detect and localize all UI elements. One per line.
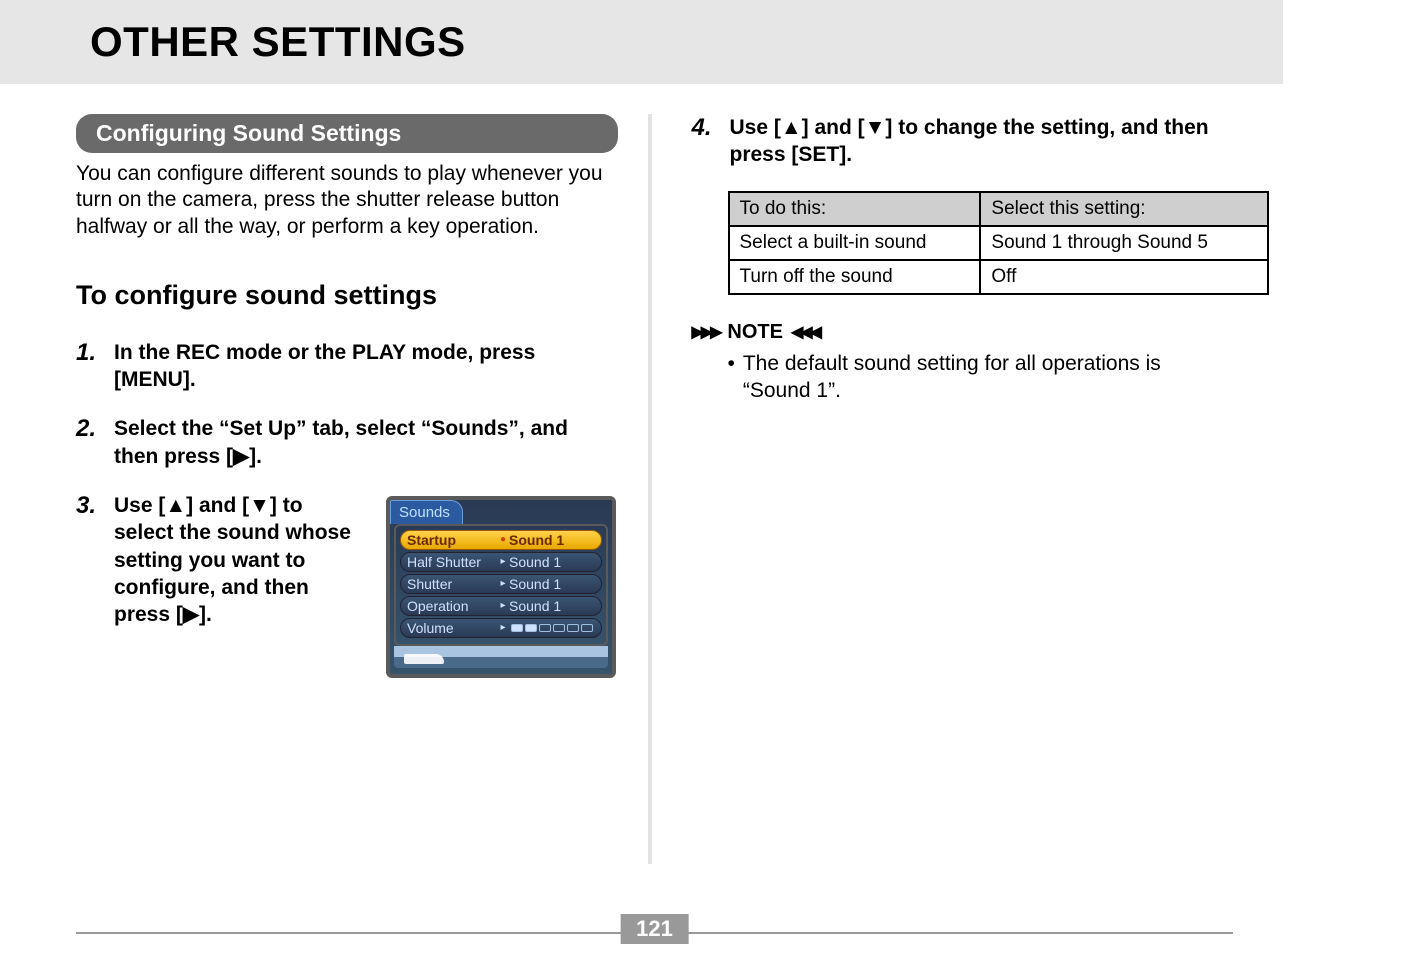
table-cell: Off [980,260,1268,294]
table-cell: Select a built-in sound [729,226,981,260]
menu-item-label: Shutter [407,576,497,592]
step-number: 3. [76,492,114,628]
camera-menu-list: Startup ● Sound 1 Half Shutter ▸ Sound 1… [394,524,608,646]
play-icon: ▸ [497,622,509,633]
note-label: NOTE [727,321,783,344]
table-row: Select a built-in sound Sound 1 through … [729,226,1269,260]
camera-menu-item-operation: Operation ▸ Sound 1 [400,596,602,616]
procedure-heading: To configure sound settings [76,280,618,311]
note-decoration-right-icon: ▶▶▶ [692,322,720,342]
section-heading-pill: Configuring Sound Settings [76,114,618,153]
menu-item-value: Sound 1 [509,598,561,614]
play-icon: ● [497,534,509,545]
step-text: In the REC mode or the PLAY mode, press … [114,339,618,394]
step-3: 3. Use [▲] and [▼] to select the sound w… [76,492,366,628]
volume-bar [511,624,593,632]
note-body: • The default sound setting for all oper… [728,350,1234,405]
table-header-cell: Select this setting: [980,192,1268,226]
page-number: 121 [620,914,689,944]
page-title: OTHER SETTINGS [90,18,1283,66]
camera-menu-item-volume: Volume ▸ [400,618,602,638]
settings-table: To do this: Select this setting: Select … [728,191,1270,295]
table-cell: Turn off the sound [729,260,981,294]
menu-item-value: Sound 1 [509,554,561,570]
step-number: 1. [76,339,114,394]
note-heading: ▶▶▶ NOTE ◀◀◀ [692,321,1234,344]
step-number: 2. [76,415,114,470]
right-column: 4. Use [▲] and [▼] to change the setting… [652,114,1234,864]
step-4: 4. Use [▲] and [▼] to change the setting… [692,114,1234,169]
note-block: ▶▶▶ NOTE ◀◀◀ • The default sound setting… [692,321,1234,405]
camera-menu-tab: Sounds [390,500,463,524]
camera-menu-item-half-shutter: Half Shutter ▸ Sound 1 [400,552,602,572]
camera-menu-item-shutter: Shutter ▸ Sound 1 [400,574,602,594]
step-2: 2. Select the “Set Up” tab, select “Soun… [76,415,618,470]
menu-item-value: Sound 1 [509,576,561,592]
play-icon: ▸ [497,600,509,611]
camera-menu-graphic: Sounds Startup ● Sound 1 Half Shutter ▸ … [386,496,616,678]
table-header-row: To do this: Select this setting: [729,192,1269,226]
step-text: Use [▲] and [▼] to select the sound whos… [114,492,366,628]
table-header-cell: To do this: [729,192,981,226]
step-text: Select the “Set Up” tab, select “Sounds”… [114,415,618,470]
page-title-bar: OTHER SETTINGS [0,0,1283,84]
note-text: The default sound setting for all operat… [743,350,1233,405]
step-1: 1. In the REC mode or the PLAY mode, pre… [76,339,618,394]
menu-item-label: Volume [407,620,497,636]
step-3-row: 3. Use [▲] and [▼] to select the sound w… [76,492,618,678]
page-footer: 121 [76,932,1233,934]
step-number: 4. [692,114,730,169]
camera-menu-item-startup: Startup ● Sound 1 [400,530,602,550]
menu-item-label: Half Shutter [407,554,497,570]
manual-page: OTHER SETTINGS Configuring Sound Setting… [0,0,1283,954]
menu-item-label: Operation [407,598,497,614]
camera-background-image [394,646,608,668]
left-column: Configuring Sound Settings You can confi… [76,114,648,864]
step-text: Use [▲] and [▼] to change the setting, a… [730,114,1234,169]
bullet-icon: • [728,350,735,405]
note-decoration-left-icon: ◀◀◀ [791,322,819,342]
menu-item-label: Startup [407,532,497,548]
menu-item-value: Sound 1 [509,532,564,548]
play-icon: ▸ [497,578,509,589]
intro-paragraph: You can configure different sounds to pl… [76,161,618,240]
table-cell: Sound 1 through Sound 5 [980,226,1268,260]
content-area: Configuring Sound Settings You can confi… [0,84,1283,864]
table-row: Turn off the sound Off [729,260,1269,294]
play-icon: ▸ [497,556,509,567]
